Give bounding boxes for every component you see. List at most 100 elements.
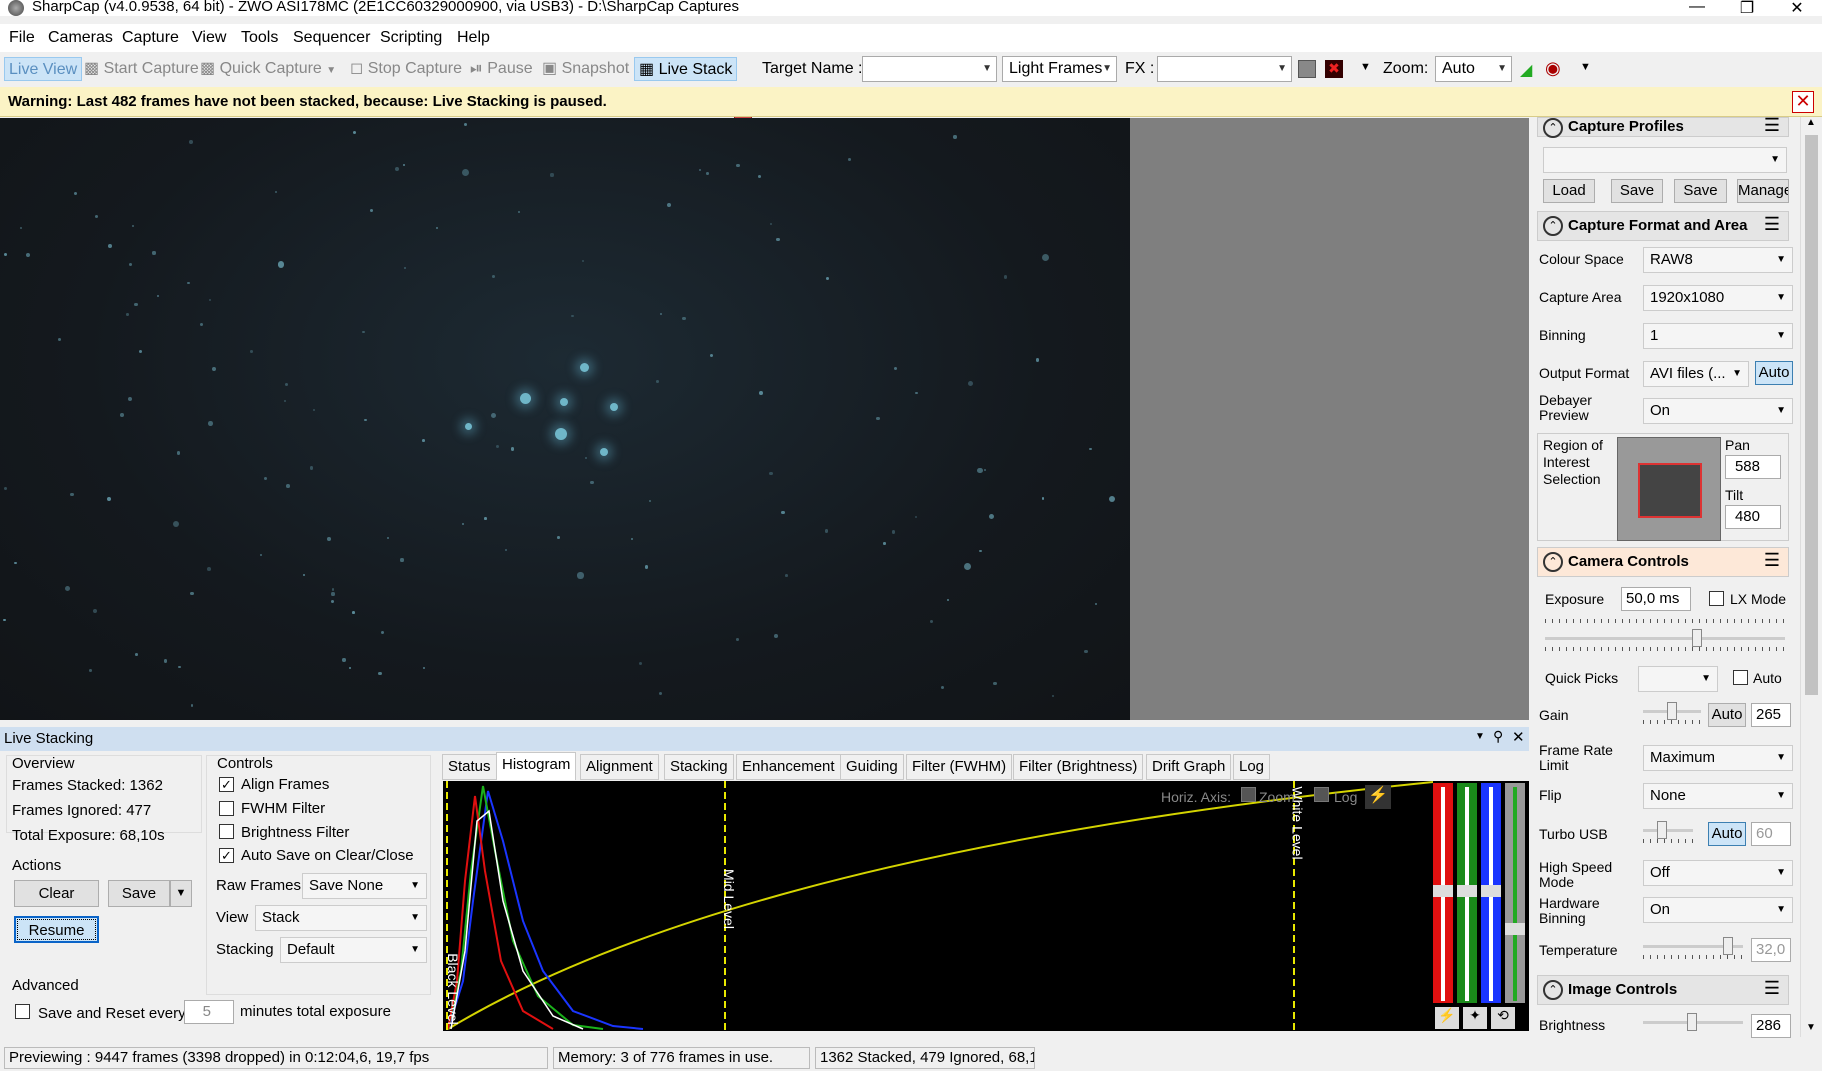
- snapshot-button[interactable]: ▣ Snapshot: [542, 57, 629, 81]
- clear-button[interactable]: Clear: [14, 880, 99, 907]
- align-frames-checkbox[interactable]: ✓: [219, 777, 234, 792]
- collapse-icon[interactable]: ⌃: [1543, 980, 1563, 1000]
- menu-icon[interactable]: ☰: [1764, 214, 1780, 235]
- menu-cameras[interactable]: Cameras: [48, 29, 113, 47]
- profile-select[interactable]: ▼: [1543, 147, 1787, 173]
- chart-icon[interactable]: ◢: [1520, 60, 1532, 80]
- tab-enhancement[interactable]: Enhancement: [736, 754, 841, 780]
- chevron-down-icon[interactable]: ▼: [1360, 61, 1371, 73]
- frame-rate-select[interactable]: Maximum ▼: [1643, 745, 1793, 771]
- debayer-select[interactable]: On ▼: [1643, 398, 1793, 424]
- collapse-icon[interactable]: ⌃: [1543, 216, 1563, 236]
- quick-picks-auto-checkbox[interactable]: [1733, 670, 1748, 685]
- lightning-icon[interactable]: ⚡: [1435, 1007, 1459, 1029]
- tab-alignment[interactable]: Alignment: [580, 754, 659, 780]
- menu-icon[interactable]: ☰: [1764, 978, 1780, 999]
- collapse-icon[interactable]: ⌃: [1543, 552, 1563, 572]
- reset-icon[interactable]: ⟲: [1491, 1007, 1515, 1029]
- output-auto-button[interactable]: Auto: [1755, 361, 1793, 385]
- minimize-icon[interactable]: —: [1682, 0, 1712, 16]
- auto-save-checkbox[interactable]: ✓: [219, 848, 234, 863]
- binning-select[interactable]: 1 ▼: [1643, 323, 1793, 349]
- capture-format-header[interactable]: ⌃ Capture Format and Area ☰: [1537, 211, 1789, 241]
- fwhm-filter-checkbox[interactable]: [219, 801, 234, 816]
- gain-auto-button[interactable]: Auto: [1708, 703, 1746, 727]
- turbo-usb-slider[interactable]: [1643, 821, 1693, 843]
- tab-status[interactable]: Status: [442, 754, 497, 780]
- capture-profiles-header[interactable]: ⌃ Capture Profiles ☰: [1537, 115, 1789, 138]
- pan-input[interactable]: 588: [1725, 455, 1781, 479]
- tab-histogram[interactable]: Histogram: [496, 752, 577, 780]
- camera-controls-header[interactable]: ⌃ Camera Controls ☰: [1537, 547, 1789, 577]
- channel-sliders[interactable]: ⚡ ✦ ⟲: [1433, 781, 1529, 1031]
- magnifier-icon[interactable]: ◉: [1545, 58, 1561, 79]
- cross-icon[interactable]: ✖: [1325, 60, 1343, 78]
- stop-capture-button[interactable]: ◻ Stop Capture: [350, 57, 462, 81]
- chevron-down-icon[interactable]: ▼: [1580, 61, 1591, 73]
- roi-preview[interactable]: [1617, 437, 1721, 541]
- quick-picks-select[interactable]: ▼: [1638, 666, 1718, 692]
- image-controls-header[interactable]: ⌃ Image Controls ☰: [1537, 975, 1789, 1005]
- gain-input[interactable]: 265: [1751, 703, 1791, 727]
- output-format-select[interactable]: AVI files (... ▼: [1643, 361, 1749, 387]
- chevron-down-icon[interactable]: ▼: [326, 65, 336, 76]
- save-dropdown-button[interactable]: ▼: [170, 880, 192, 907]
- colour-space-select[interactable]: RAW8 ▼: [1643, 247, 1793, 273]
- pin-icon[interactable]: ⚲: [1493, 728, 1503, 745]
- menu-tools[interactable]: Tools: [241, 29, 278, 47]
- live-view-button[interactable]: Live View: [4, 57, 83, 81]
- menu-scripting[interactable]: Scripting: [380, 29, 442, 47]
- live-stack-button[interactable]: ▦ Live Stack: [634, 57, 738, 81]
- fx-select[interactable]: ▼: [1157, 56, 1292, 82]
- manage-button[interactable]: Manage: [1737, 179, 1789, 203]
- high-speed-select[interactable]: Off ▼: [1643, 860, 1793, 886]
- pause-button[interactable]: ⏯ Pause: [470, 57, 533, 81]
- gain-slider[interactable]: [1643, 702, 1701, 724]
- chevron-down-icon[interactable]: ▼: [1475, 731, 1485, 742]
- zoom-checkbox[interactable]: [1241, 787, 1256, 802]
- record-icon[interactable]: [1298, 60, 1316, 78]
- stacking-select[interactable]: Default ▼: [280, 937, 427, 963]
- frame-type-select[interactable]: Light Frames ▼: [1002, 56, 1117, 82]
- lightning-icon[interactable]: ⚡: [1365, 785, 1391, 809]
- save-profile-button[interactable]: Save: [1611, 179, 1663, 203]
- load-button[interactable]: Load: [1543, 179, 1595, 203]
- save-reset-checkbox[interactable]: [15, 1004, 30, 1019]
- tab-filter-fwhm[interactable]: Filter (FWHM): [906, 754, 1013, 780]
- minutes-input[interactable]: 5: [184, 1000, 234, 1024]
- turbo-auto-button[interactable]: Auto: [1708, 822, 1746, 846]
- hardware-binning-select[interactable]: On ▼: [1643, 897, 1793, 923]
- right-panel-scrollbar[interactable]: ▲ ▼: [1800, 117, 1822, 1037]
- menu-icon[interactable]: ☰: [1764, 115, 1780, 136]
- exposure-slider[interactable]: [1545, 619, 1785, 651]
- resume-button[interactable]: Resume: [14, 916, 99, 943]
- target-name-input[interactable]: ▼: [862, 56, 997, 82]
- menu-view[interactable]: View: [192, 29, 226, 47]
- close-warning-icon[interactable]: ✕: [1792, 91, 1814, 113]
- brightness-filter-checkbox[interactable]: [219, 824, 234, 839]
- log-checbox[interactable]: [1314, 787, 1329, 802]
- brightness-input[interactable]: 286: [1751, 1014, 1791, 1038]
- flip-select[interactable]: None ▼: [1643, 783, 1793, 809]
- save-as-button[interactable]: Save As: [1674, 179, 1727, 203]
- menu-file[interactable]: File: [9, 29, 35, 47]
- maximize-icon[interactable]: ❐: [1732, 0, 1762, 18]
- capture-area-select[interactable]: 1920x1080 ▼: [1643, 285, 1793, 311]
- tab-guiding[interactable]: Guiding: [840, 754, 904, 780]
- brightness-slider[interactable]: [1643, 1013, 1743, 1033]
- blue-channel-slider[interactable]: [1481, 783, 1501, 1003]
- image-view[interactable]: [0, 118, 1529, 720]
- tab-log[interactable]: Log: [1233, 754, 1271, 780]
- green-channel-slider[interactable]: [1457, 783, 1477, 1003]
- view-select[interactable]: Stack ▼: [255, 905, 427, 931]
- tab-filter-brightness[interactable]: Filter (Brightness): [1013, 754, 1144, 780]
- turbo-usb-input[interactable]: 60: [1751, 822, 1791, 846]
- tab-drift-graph[interactable]: Drift Graph: [1146, 754, 1232, 780]
- chevron-up-icon[interactable]: ▲: [1806, 117, 1816, 128]
- raw-frames-select[interactable]: Save None ▼: [302, 873, 427, 899]
- zoom-select[interactable]: Auto ▼: [1435, 56, 1512, 82]
- menu-icon[interactable]: ☰: [1764, 550, 1780, 571]
- roi-selection[interactable]: [1638, 463, 1702, 518]
- exposure-input[interactable]: 50,0 ms: [1621, 587, 1691, 611]
- histogram-chart[interactable]: Black Level Mid Level White Level Horiz.…: [443, 781, 1529, 1031]
